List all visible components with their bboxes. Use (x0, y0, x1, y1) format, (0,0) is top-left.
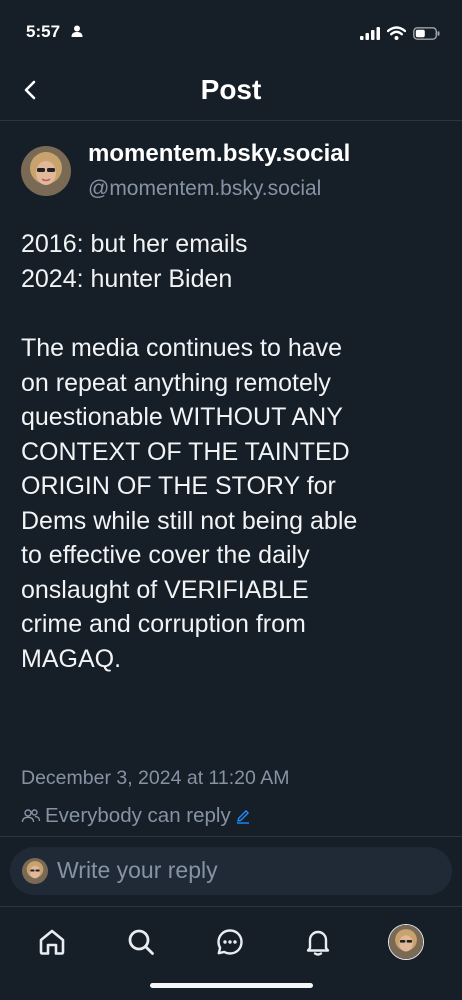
header-divider (0, 120, 462, 121)
wifi-icon (387, 26, 406, 40)
reply-setting-label: Everybody can reply (45, 804, 231, 827)
bell-icon (306, 930, 330, 956)
user-avatar (22, 858, 48, 884)
avatar-image (22, 858, 48, 884)
cellular-signal-icon (360, 26, 380, 40)
pencil-icon (236, 810, 249, 824)
tab-notifications[interactable] (298, 922, 338, 962)
status-icons (360, 26, 440, 40)
tab-chat[interactable] (210, 922, 250, 962)
tab-search[interactable] (121, 922, 161, 962)
profile-avatar (388, 924, 424, 960)
tab-profile[interactable] (386, 922, 426, 962)
post-line: on repeat anything remotely (21, 368, 331, 397)
post-line: The media continues to have (21, 334, 343, 362)
author-avatar[interactable] (21, 146, 71, 196)
post-line: crime and corruption from (21, 610, 306, 638)
post-line: 2024: hunter Biden (21, 264, 233, 293)
author-display-name[interactable]: momentem.bsky.social (88, 140, 350, 168)
battery-icon (413, 26, 440, 40)
header: Post (0, 60, 462, 120)
post-line: questionable WITHOUT ANY (21, 403, 343, 431)
status-time: 5:57 (26, 22, 61, 41)
post-timestamp: December 3, 2024 at 11:20 AM (21, 767, 290, 789)
person-status-icon (71, 25, 83, 37)
avatar-image (21, 146, 71, 196)
post-line: onslaught of VERIFIABLE (21, 575, 309, 604)
post-text: 2016: but her emails 2024: hunter Biden … (21, 227, 446, 676)
tab-home[interactable] (32, 922, 72, 962)
reply-placeholder: Write your reply (57, 857, 218, 883)
chat-icon (217, 929, 243, 955)
search-icon (128, 929, 154, 955)
avatar-image (389, 925, 423, 959)
post-line: CONTEXT OF THE TAINTED (21, 437, 350, 466)
post-line: to effective cover the daily (21, 541, 310, 569)
reply-composer[interactable]: Write your reply (10, 847, 452, 895)
post-line: Dems while still not being able (21, 506, 358, 535)
people-icon (21, 809, 41, 823)
post-line: MAGAQ. (21, 644, 122, 673)
home-indicator (150, 983, 313, 988)
post-line: ORIGIN OF THE STORY for (21, 472, 336, 500)
post-divider (0, 836, 462, 837)
post-line: 2016: but her emails (21, 230, 248, 258)
reply-setting[interactable]: Everybody can reply (21, 804, 251, 828)
home-icon (39, 929, 65, 955)
author-handle[interactable]: @momentem.bsky.social (88, 177, 321, 201)
status-bar: 5:57 (0, 0, 462, 60)
page-title: Post (200, 74, 262, 105)
